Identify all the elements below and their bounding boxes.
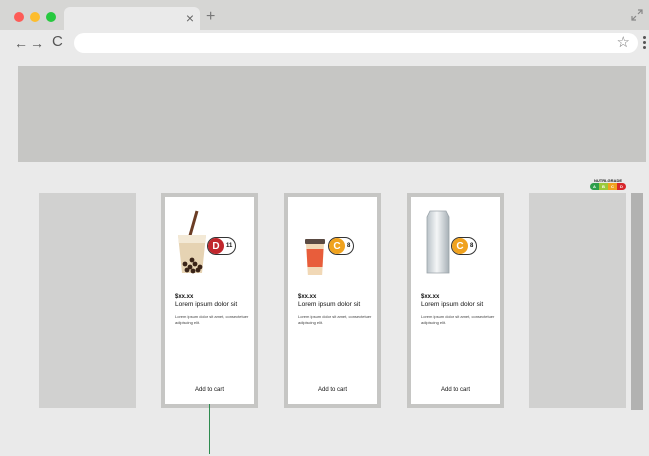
grade-letter: D [208, 238, 224, 254]
product-price: $xx.xx [175, 294, 194, 300]
product-description: Lorem ipsum dolor sit amet, consectetuer… [175, 314, 249, 325]
carousel-scrollbar[interactable] [631, 193, 643, 410]
product-description: Lorem ipsum dolor sit amet, consectetuer… [298, 314, 372, 325]
new-tab-button[interactable]: + [206, 9, 215, 25]
bubble-tea-image [178, 210, 206, 274]
sugar-value: 11 [226, 243, 233, 249]
product-description: Lorem ipsum dolor sit amet, consectetuer… [421, 314, 495, 325]
grade-a: A [590, 183, 599, 190]
fullscreen-icon[interactable] [631, 9, 643, 21]
grade-letter: C [329, 238, 345, 254]
nutri-grade-scale: A B C D [590, 183, 626, 190]
browser-titlebar: × + [0, 0, 649, 30]
grade-c: C [608, 183, 617, 190]
sugar-value: 8 [347, 243, 351, 249]
back-button[interactable]: ← [14, 36, 28, 50]
nutri-grade-legend: NUTRI-GRADE A B C D [590, 178, 626, 191]
product-card-body: C 8 $xx.xx Lorem ipsum dolor sit Lorem i… [288, 197, 377, 404]
coffee-cup-image [305, 239, 325, 275]
grade-b: B [599, 183, 608, 190]
reload-button[interactable]: C [52, 34, 63, 50]
product-name: Lorem ipsum dolor sit [175, 301, 238, 308]
browser-tab[interactable]: × [64, 7, 200, 30]
nutri-grade-badge: C 8 [328, 237, 355, 255]
carousel-placeholder-right[interactable] [529, 193, 626, 408]
add-to-cart-button[interactable]: Add to cart [411, 387, 500, 393]
minimize-window-button[interactable] [30, 12, 40, 22]
product-card-body: C 8 $xx.xx Lorem ipsum dolor sit Lorem i… [411, 197, 500, 404]
forward-button[interactable]: → [30, 36, 44, 50]
product-card[interactable]: C 8 $xx.xx Lorem ipsum dolor sit Lorem i… [407, 193, 504, 408]
browser-toolbar: ← → C ☆ [0, 30, 649, 58]
nutri-grade-badge: D 11 [207, 237, 237, 255]
product-price: $xx.xx [421, 294, 440, 300]
carousel-placeholder-left[interactable] [39, 193, 136, 408]
add-to-cart-button[interactable]: Add to cart [288, 387, 377, 393]
product-card-body: D 11 $xx.xx Lorem ipsum dolor sit Lorem … [165, 197, 254, 404]
grade-letter: C [452, 238, 468, 254]
product-price: $xx.xx [298, 294, 317, 300]
product-card[interactable]: C 8 $xx.xx Lorem ipsum dolor sit Lorem i… [284, 193, 381, 408]
nutri-grade-badge: C 8 [451, 237, 478, 255]
product-name: Lorem ipsum dolor sit [421, 301, 484, 308]
annotation-line [209, 404, 210, 454]
close-window-button[interactable] [14, 12, 24, 22]
product-name: Lorem ipsum dolor sit [298, 301, 361, 308]
hero-banner [18, 66, 646, 162]
bookmark-star-icon[interactable]: ☆ [617, 34, 630, 52]
browser-menu-icon[interactable] [643, 36, 647, 52]
grade-d: D [617, 183, 626, 190]
sugar-value: 8 [470, 243, 474, 249]
maximize-window-button[interactable] [46, 12, 56, 22]
add-to-cart-button[interactable]: Add to cart [165, 387, 254, 393]
product-card[interactable]: D 11 $xx.xx Lorem ipsum dolor sit Lorem … [161, 193, 258, 408]
soda-can-image [426, 210, 450, 274]
address-bar[interactable]: ☆ [74, 33, 638, 53]
tab-close-icon[interactable]: × [186, 10, 194, 26]
